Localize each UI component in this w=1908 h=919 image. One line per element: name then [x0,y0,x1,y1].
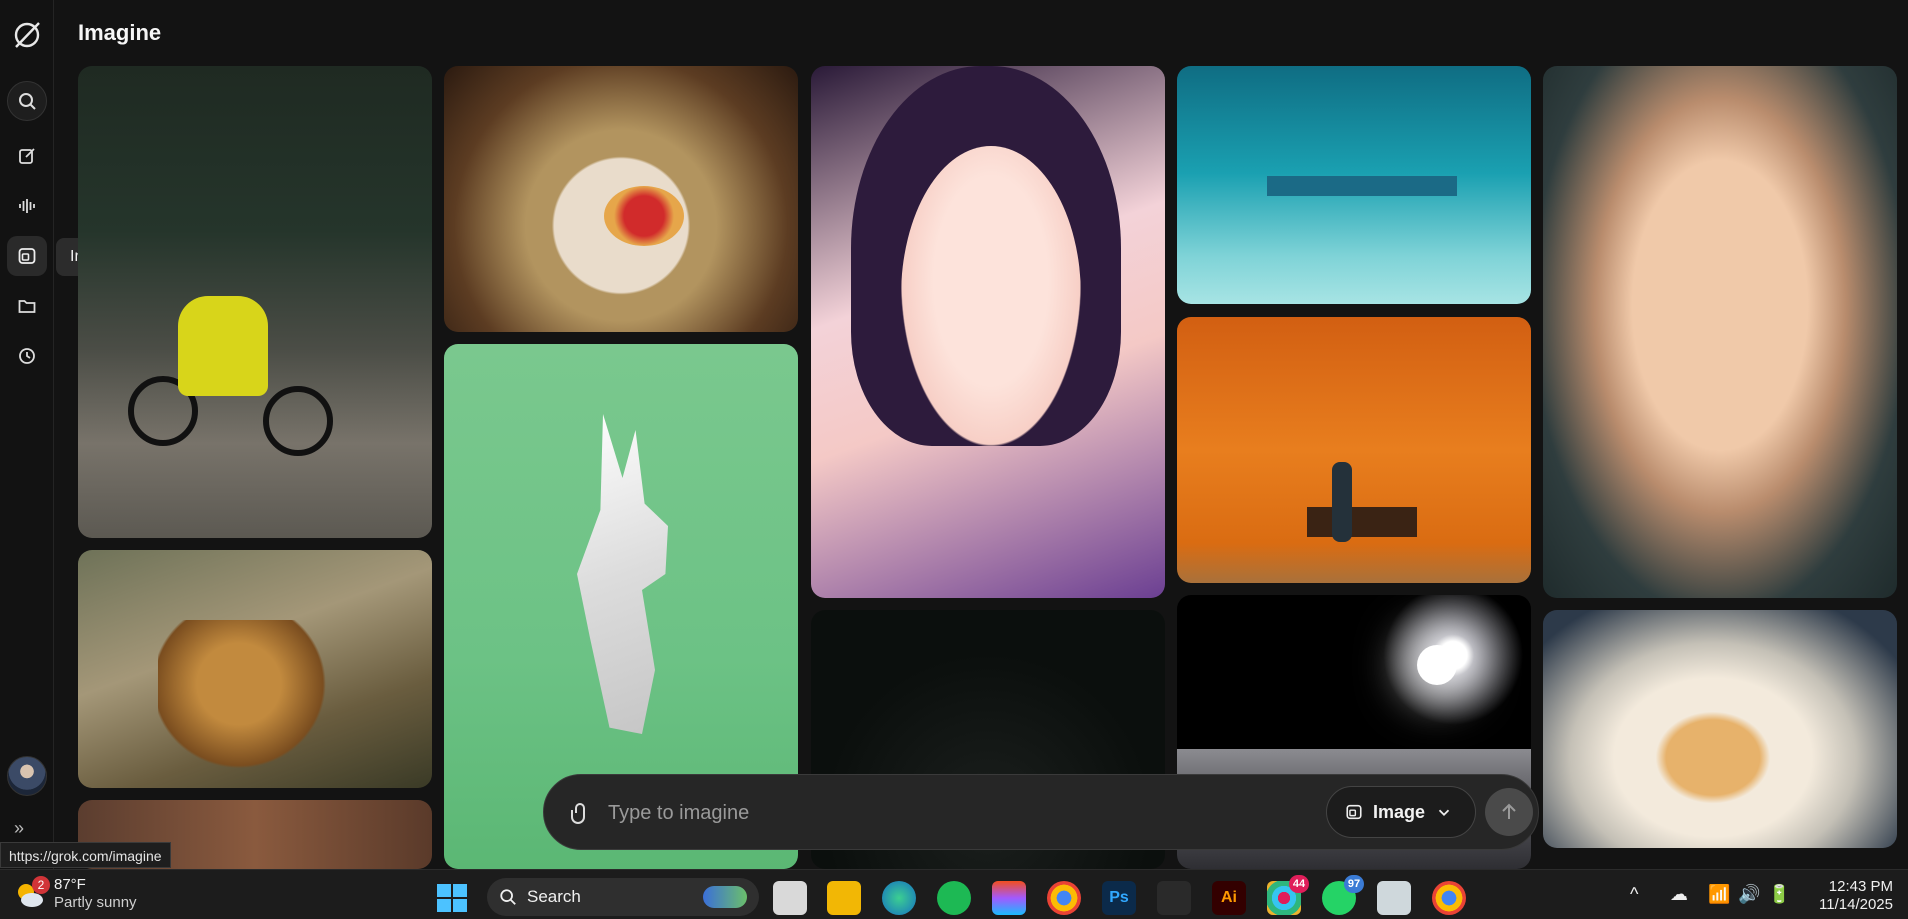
file-explorer-icon[interactable] [827,881,861,915]
gallery-image-underwater[interactable] [1177,66,1531,304]
page-title: Imagine [78,20,162,45]
chrome-icon[interactable] [1047,881,1081,915]
r-app-icon[interactable] [1157,881,1191,915]
task-view-icon[interactable] [773,881,807,915]
figma-icon[interactable] [992,881,1026,915]
cloud-icon[interactable]: ☁ [1670,884,1688,905]
bench-shape [1307,507,1417,537]
arrow-up-icon [1502,803,1516,819]
mode-select-button[interactable]: Image [1326,786,1476,838]
sun-shape [1417,645,1457,685]
history-button[interactable] [7,336,47,376]
gallery-image-anime-girl[interactable] [811,66,1165,598]
mode-label: Image [1373,801,1426,822]
wifi-icon[interactable]: 📶 [1708,884,1730,905]
weather-text: 87°F Partly sunny [54,876,137,912]
face-shape [901,146,1081,446]
person-shape [1332,462,1352,542]
imagine-icon [1346,804,1362,820]
attach-icon[interactable] [568,801,592,825]
clock-date: 11/14/2025 [1819,896,1893,913]
taskbar: 2 87°F Partly sunny Search Ps Ai 44 97 ^… [0,869,1908,919]
weather-badge: 2 [32,876,50,894]
files-button[interactable] [7,286,47,326]
search-icon [19,93,36,110]
system-clock[interactable]: 12:43 PM 11/14/2025 [1807,878,1893,914]
weather-condition: Partly sunny [54,894,137,911]
prompt-bar: Image [543,774,1539,850]
rabbit-shape [577,414,668,734]
folder-icon [18,300,36,313]
search-icon [500,889,516,905]
weather-temp: 87°F [54,876,86,893]
weather-icon: 2 [14,876,50,910]
slack-icon[interactable]: 44 [1267,875,1309,915]
rider-shape [178,296,268,396]
whatsapp-icon[interactable]: 97 [1322,875,1364,915]
imagine-icon [18,248,36,264]
gallery-image-lion-zebra[interactable] [78,550,432,788]
edge-icon[interactable] [882,881,916,915]
illustrator-icon[interactable]: Ai [1212,881,1246,915]
search-highlight-icon [703,886,747,908]
gallery-image-waffles[interactable] [1543,610,1897,848]
whatsapp-badge: 97 [1344,875,1364,893]
clock-time: 12:43 PM [1828,878,1893,895]
edit-icon [19,148,35,164]
taskbar-search[interactable]: Search [487,878,759,916]
sidebar: » [0,0,54,869]
search-button[interactable] [7,81,47,121]
expand-sidebar-icon[interactable]: » [14,818,40,840]
search-label: Search [527,887,581,906]
illustrator-label: Ai [1221,889,1237,906]
history-icon [19,348,35,364]
new-chat-button[interactable] [7,136,47,176]
grok-logo-icon[interactable] [12,20,42,50]
wheel-shape [263,386,333,456]
status-url: https://grok.com/imagine [0,842,171,868]
voice-icon [19,199,35,213]
send-button[interactable] [1485,788,1533,836]
chrome-profile-icon[interactable] [1432,881,1466,915]
photoshop-label: Ps [1109,889,1129,906]
imagine-button[interactable] [7,236,47,276]
lion-shape [158,620,338,780]
photoshop-icon[interactable]: Ps [1102,881,1136,915]
weather-widget[interactable]: 2 87°F Partly sunny [14,876,137,912]
voice-button[interactable] [7,186,47,226]
gallery-image-pancakes[interactable] [444,66,798,332]
user-avatar[interactable] [7,756,47,796]
spotify-icon[interactable] [937,881,971,915]
chevron-down-icon [1438,809,1450,816]
table-shape [1267,176,1457,196]
gallery-image-motorcycle[interactable] [78,66,432,538]
windows-start-icon[interactable] [437,884,467,912]
volume-icon[interactable]: 🔊 [1738,884,1760,905]
remote-desktop-icon[interactable] [1377,881,1411,915]
chevron-up-icon[interactable]: ^ [1630,884,1638,905]
gallery-image-orange-wall[interactable] [1177,317,1531,583]
gallery-image-woman-water[interactable] [1543,66,1897,598]
battery-icon[interactable]: 🔋 [1768,884,1790,905]
prompt-input[interactable] [608,793,1248,833]
slack-badge: 44 [1289,875,1309,893]
pancake-shape [604,186,684,246]
